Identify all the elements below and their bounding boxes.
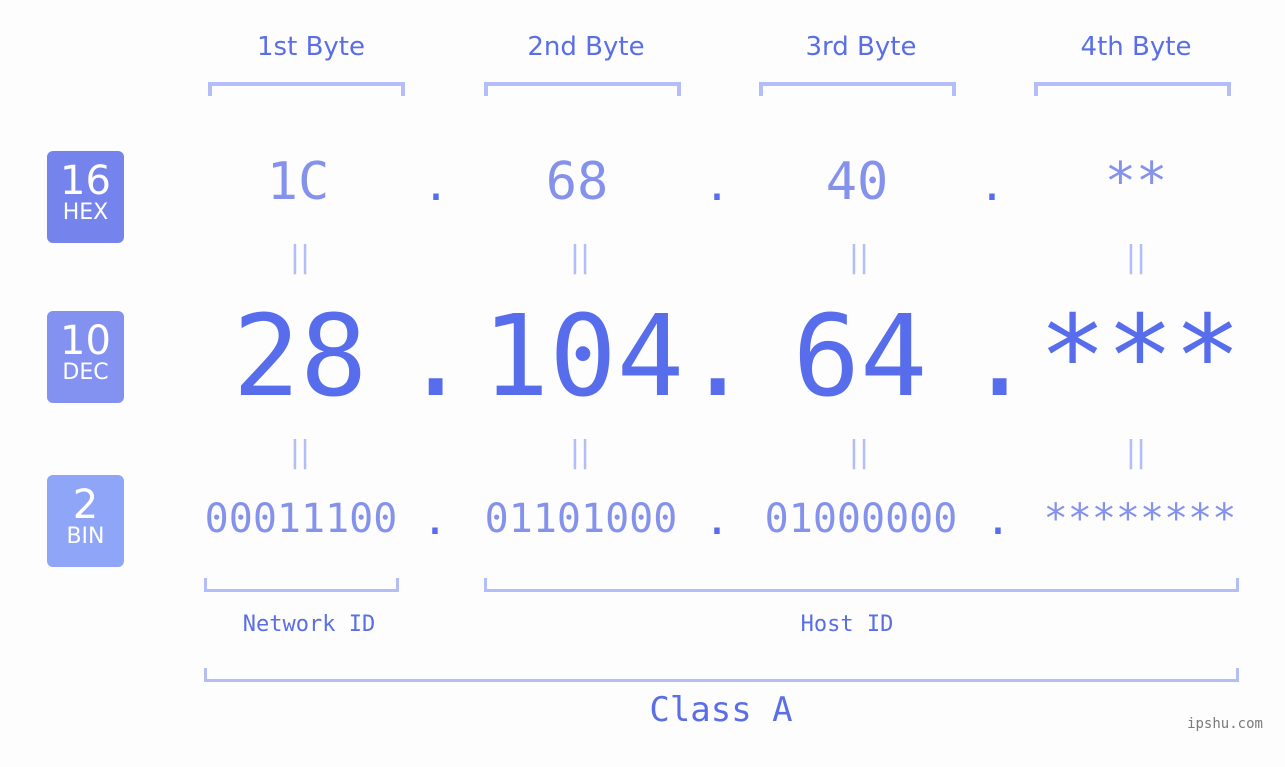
dec-base: 10 [60,318,111,364]
equals-hex-dec-3: || [848,240,870,275]
bin-base: 2 [72,482,99,528]
byte-bracket-4 [1034,82,1231,96]
bin-dot-2: . [703,494,731,545]
bin-value-3: 01000000 [764,496,958,542]
class-label: Class A [649,690,793,730]
bin-value-1: 00011100 [204,496,398,542]
network-id-label: Network ID [242,612,376,637]
bin-value-2: 01101000 [484,496,678,542]
bin-label: BIN [66,524,105,549]
dec-value-2: 104 [481,292,685,422]
bin-dot-1: . [421,494,449,545]
bin-dot-3: . [984,494,1012,545]
hex-badge: 16 HEX [47,151,124,243]
dec-dot-3: . [966,292,1034,422]
dec-value-3: 64 [792,292,928,422]
byte-header-1: 1st Byte [257,32,365,62]
equals-hex-dec-1: || [289,240,311,275]
dec-badge: 10 DEC [47,311,124,403]
hex-dot-1: . [422,160,450,211]
watermark: ipshu.com [1187,716,1263,732]
dec-label: DEC [62,360,109,385]
equals-dec-bin-3: || [848,435,870,470]
equals-hex-dec-2: || [569,240,591,275]
byte-header-4: 4th Byte [1080,32,1192,62]
hex-value-2: 68 [545,152,609,212]
byte-bracket-3 [759,82,956,96]
hex-dot-2: . [703,160,731,211]
byte-bracket-1 [208,82,405,96]
dec-value-4: *** [1038,292,1242,422]
hex-value-4: ** [1104,152,1168,212]
hex-label: HEX [62,200,109,225]
dec-value-1: 28 [232,292,368,422]
equals-dec-bin-2: || [569,435,591,470]
hex-dot-3: . [978,160,1006,211]
byte-bracket-2 [484,82,681,96]
hex-base: 16 [60,158,111,204]
hex-value-3: 40 [825,152,889,212]
equals-dec-bin-1: || [289,435,311,470]
hex-value-1: 1C [266,152,330,212]
dec-dot-2: . [684,292,752,422]
bin-badge: 2 BIN [47,475,124,567]
equals-hex-dec-4: || [1125,240,1147,275]
byte-header-3: 3rd Byte [805,32,917,62]
dec-dot-1: . [402,292,470,422]
bin-value-4: ******** [1043,496,1237,542]
host-id-label: Host ID [800,612,894,637]
equals-dec-bin-4: || [1125,435,1147,470]
class-bracket [204,668,1239,682]
byte-header-2: 2nd Byte [527,32,645,62]
network-id-bracket [204,578,399,592]
host-id-bracket [484,578,1239,592]
